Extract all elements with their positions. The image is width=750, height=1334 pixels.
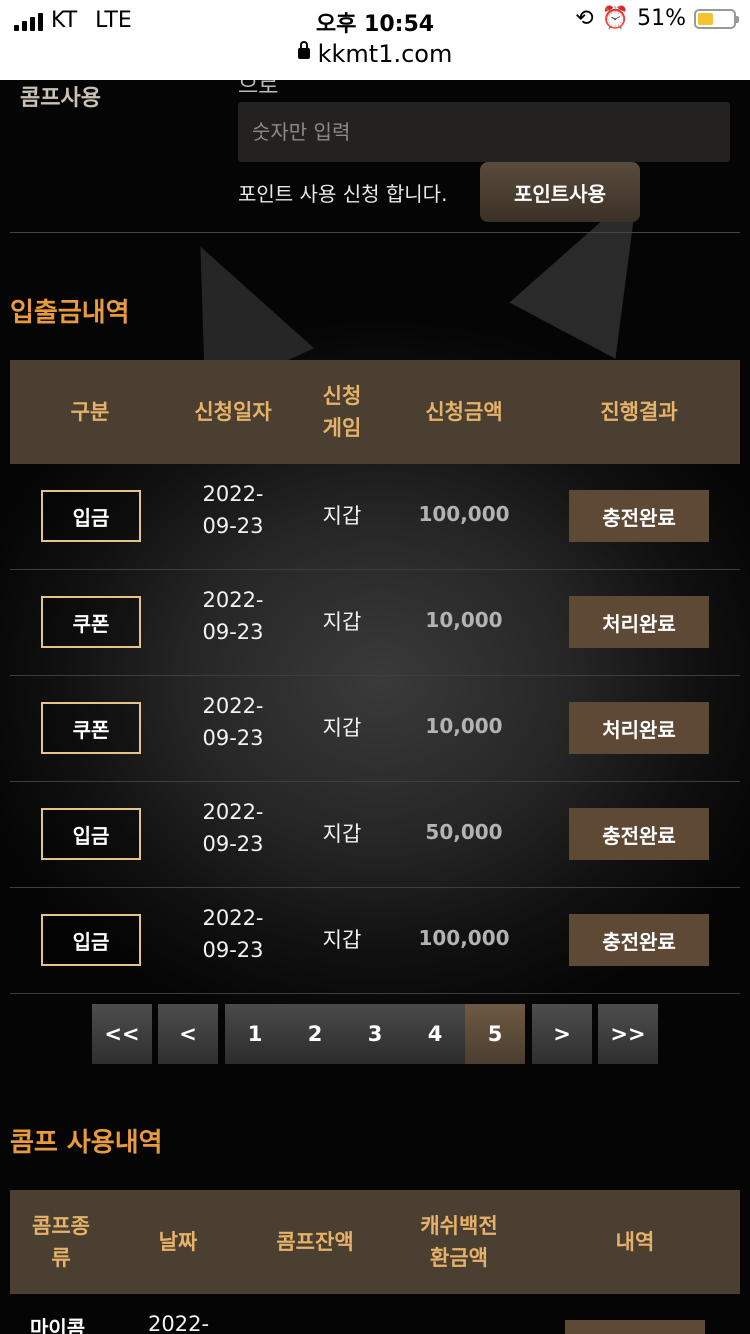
url-bar[interactable]: kkmt1.com bbox=[0, 40, 750, 68]
table-row: 쿠폰 2022- 09-23 지갑 10,000 처리완료 bbox=[10, 570, 740, 676]
page-button-2[interactable]: 2 bbox=[285, 1004, 345, 1064]
url-text: kkmt1.com bbox=[317, 40, 453, 68]
status-badge: 충전완료 bbox=[569, 490, 709, 542]
row-amount: 50,000 bbox=[425, 820, 503, 844]
comp-row-type: 마이콤 bbox=[30, 1316, 86, 1334]
page-button-5-current[interactable]: 5 bbox=[465, 1004, 525, 1064]
row-game: 지갑 bbox=[322, 928, 362, 952]
lock-icon bbox=[297, 40, 310, 59]
last-page-button[interactable]: >> bbox=[598, 1004, 658, 1064]
system-indicators: ⟲ ⏰ 51% bbox=[575, 6, 739, 31]
comp-history-title: 콤프 사용내역 bbox=[10, 1128, 163, 1158]
type-badge: 입금 bbox=[41, 490, 141, 542]
header-type: 구분 bbox=[70, 400, 110, 424]
page-button-4[interactable]: 4 bbox=[405, 1004, 465, 1064]
page-button-3[interactable]: 3 bbox=[345, 1004, 405, 1064]
table-row: 입금 2022- 09-23 지갑 100,000 충전완료 bbox=[10, 888, 740, 994]
status-badge: 처리완료 bbox=[569, 596, 709, 648]
row-game: 지갑 bbox=[322, 504, 362, 528]
battery-icon bbox=[694, 8, 739, 29]
comp-row-date: 2022- bbox=[148, 1312, 210, 1334]
table-row: 입금 2022- 09-23 지갑 50,000 충전완료 bbox=[10, 782, 740, 888]
row-date: 2022- 09-23 bbox=[202, 694, 264, 750]
type-badge: 쿠폰 bbox=[41, 702, 141, 754]
next-page-button[interactable]: > bbox=[532, 1004, 592, 1064]
header-comp-date: 날짜 bbox=[158, 1230, 198, 1254]
row-amount: 100,000 bbox=[418, 502, 510, 526]
point-amount-input[interactable] bbox=[238, 102, 730, 162]
type-badge: 쿠폰 bbox=[41, 596, 141, 648]
row-amount: 10,000 bbox=[425, 608, 503, 632]
deposit-history-title: 입출금내역 bbox=[10, 298, 130, 328]
prev-page-button[interactable]: < bbox=[158, 1004, 218, 1064]
page-button-1[interactable]: 1 bbox=[225, 1004, 285, 1064]
header-cashback: 캐쉬백전 환금액 bbox=[420, 1214, 498, 1270]
table-row: 쿠폰 2022- 09-23 지갑 10,000 처리완료 bbox=[10, 676, 740, 782]
comp-table-header: 콤프종 류 날짜 콤프잔액 캐쉬백전 환금액 내역 bbox=[10, 1190, 740, 1294]
row-game: 지갑 bbox=[322, 610, 362, 634]
comp-use-label: 콤프사용 bbox=[20, 86, 101, 111]
comp-row-detail-badge bbox=[565, 1320, 705, 1334]
header-date: 신청일자 bbox=[194, 400, 272, 424]
browser-status-bar: KT LTE 오후 10:54 ⟲ ⏰ 51% kkmt1.com bbox=[0, 0, 750, 80]
row-date: 2022- 09-23 bbox=[202, 906, 264, 962]
header-amount: 신청금액 bbox=[425, 400, 503, 424]
row-date: 2022- 09-23 bbox=[202, 482, 264, 538]
status-badge: 충전완료 bbox=[569, 914, 709, 966]
type-badge: 입금 bbox=[41, 914, 141, 966]
table-row: 입금 2022- 09-23 지갑 100,000 충전완료 bbox=[10, 464, 740, 570]
first-page-button[interactable]: << bbox=[92, 1004, 152, 1064]
header-comp-balance: 콤프잔액 bbox=[276, 1230, 354, 1254]
rotation-lock-icon: ⟲ bbox=[575, 6, 594, 31]
row-amount: 100,000 bbox=[418, 926, 510, 950]
status-badge: 충전완료 bbox=[569, 808, 709, 860]
point-use-button[interactable]: 포인트사용 bbox=[480, 162, 640, 222]
deposit-table-header: 구분 신청일자 신청 게임 신청금액 진행결과 bbox=[10, 360, 740, 464]
section-divider bbox=[10, 232, 740, 233]
header-result: 진행결과 bbox=[600, 400, 678, 424]
row-amount: 10,000 bbox=[425, 714, 503, 738]
header-comp-type: 콤프종 류 bbox=[32, 1214, 90, 1270]
type-badge: 입금 bbox=[41, 808, 141, 860]
pagination: << < 1 2 3 4 5 > >> bbox=[0, 1004, 750, 1064]
header-detail: 내역 bbox=[615, 1230, 655, 1254]
battery-percent: 51% bbox=[637, 6, 686, 31]
point-hint-text: 포인트 사용 신청 합니다. bbox=[238, 182, 448, 206]
row-game: 지갑 bbox=[322, 716, 362, 740]
header-game: 신청 게임 bbox=[322, 384, 362, 440]
row-game: 지갑 bbox=[322, 822, 362, 846]
row-date: 2022- 09-23 bbox=[202, 800, 264, 856]
page-content: 으로 콤프사용 포인트 사용 신청 합니다. 포인트사용 입출금내역 구분 신청… bbox=[0, 74, 750, 1334]
alarm-icon: ⏰ bbox=[601, 6, 630, 31]
status-badge: 처리완료 bbox=[569, 702, 709, 754]
row-date: 2022- 09-23 bbox=[202, 588, 264, 644]
